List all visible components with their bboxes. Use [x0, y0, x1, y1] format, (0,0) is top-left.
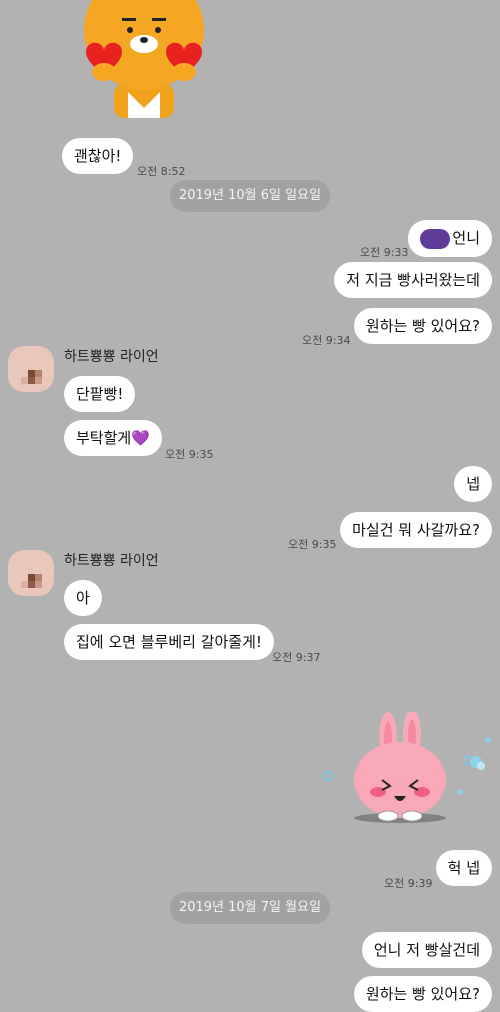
pink-bunny-sticker[interactable]	[318, 712, 496, 837]
message-bubble[interactable]: 헉 넵	[435, 850, 492, 886]
message-bubble[interactable]: 언니 저 빵살건데	[361, 932, 492, 968]
avatar[interactable]	[8, 550, 54, 596]
message-bubble[interactable]: 저 지금 빵사러왔는데	[334, 262, 492, 298]
message-text: 언니	[452, 229, 480, 247]
message-time: 오전 9:35	[288, 538, 337, 551]
message-bubble[interactable]: 언니	[408, 220, 492, 257]
date-divider: 2019년 10월 6일 일요일	[170, 180, 330, 212]
message-bubble[interactable]: 부탁할게💜	[64, 420, 162, 456]
message-text: 부탁할게	[76, 429, 132, 447]
message-time: 오전 9:37	[272, 651, 321, 664]
message-bubble[interactable]: 원하는 빵 있어요?	[353, 308, 492, 344]
message-bubble[interactable]: 넵	[454, 466, 492, 502]
message-time: 오전 8:52	[137, 165, 186, 178]
redacted-name-blob	[420, 228, 451, 249]
sender-name: 하트뿅뿅 라이언	[64, 349, 159, 365]
sender-name: 하트뿅뿅 라이언	[64, 553, 159, 569]
message-bubble[interactable]: 집에 오면 블루베리 갈아줄게!	[64, 624, 274, 660]
message-bubble[interactable]: 단팥빵!	[64, 376, 136, 412]
message-time: 오전 9:33	[360, 246, 409, 259]
purple-heart-emoji: 💜	[131, 429, 150, 447]
message-time: 오전 9:34	[302, 334, 351, 347]
message-bubble[interactable]: 마실건 뭐 사갈까요?	[340, 512, 492, 548]
message-bubble[interactable]: 괜찮아!	[62, 138, 134, 174]
message-bubble[interactable]: 원하는 빵 있어요?	[353, 976, 492, 1012]
avatar[interactable]	[8, 346, 54, 392]
message-time: 오전 9:39	[384, 877, 433, 890]
ryan-heart-sticker[interactable]	[82, 0, 206, 118]
message-bubble[interactable]: 아	[64, 580, 102, 616]
date-divider: 2019년 10월 7일 월요일	[170, 892, 330, 924]
message-time: 오전 9:35	[165, 448, 214, 461]
